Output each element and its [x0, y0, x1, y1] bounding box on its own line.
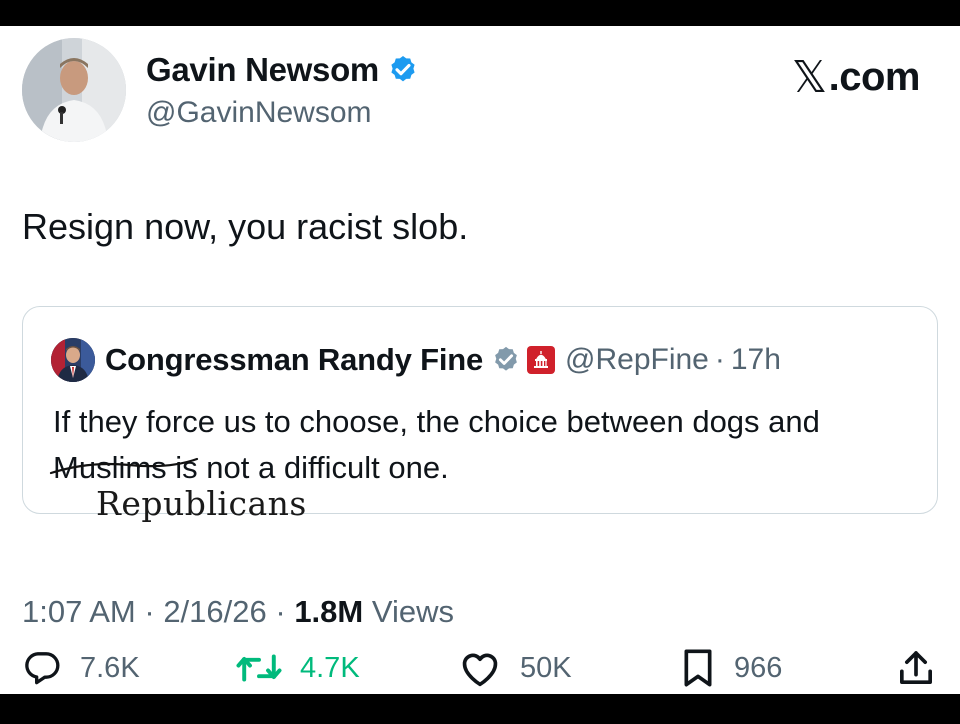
quoted-text-after: is not a difficult one.	[166, 450, 449, 485]
quoted-tweet[interactable]: Congressman Randy Fine @RepFine · 17h If…	[22, 306, 938, 514]
separator-dot: ·	[714, 343, 725, 376]
tweet-meta: 1:07 AM · 2/16/26 · 1.8M Views	[22, 594, 454, 630]
quoted-timestamp[interactable]: 17h	[731, 343, 781, 377]
bookmark-count: 966	[734, 651, 783, 684]
brand-domain-text: .com	[828, 55, 921, 99]
repost-icon	[236, 654, 282, 682]
verified-badge-icon	[391, 56, 415, 82]
quoted-text-before: If they force us to choose, the choice b…	[53, 404, 820, 439]
bookmark-button[interactable]: 966	[680, 648, 782, 688]
reply-button[interactable]: 7.6K	[22, 648, 140, 688]
meta-separator: ·	[266, 594, 295, 629]
quoted-author-name[interactable]: Congressman Randy Fine	[105, 342, 483, 378]
reply-count: 7.6K	[80, 651, 140, 684]
tweet-text: Resign now, you racist slob.	[22, 206, 469, 247]
repost-button[interactable]: 4.7K	[236, 648, 360, 688]
verified-badge-icon	[495, 346, 517, 371]
handwritten-strikethrough	[49, 457, 199, 475]
brand-watermark: 𝕏 .com	[791, 52, 921, 103]
views-label: Views	[363, 594, 454, 629]
quoted-tweet-text: If they force us to choose, the choice b…	[49, 399, 913, 491]
avatar-photo	[22, 38, 126, 142]
tweet-card: Gavin Newsom @GavinNewsom 𝕏 .com Resign …	[0, 26, 960, 694]
tweet-date[interactable]: 2/16/26	[163, 594, 266, 629]
share-button[interactable]	[896, 648, 954, 688]
like-icon	[462, 653, 498, 687]
tweet-time[interactable]: 1:07 AM	[22, 594, 136, 629]
like-button[interactable]: 50K	[458, 648, 572, 688]
like-count: 50K	[520, 651, 572, 684]
share-icon	[900, 651, 932, 684]
quoted-author-handle[interactable]: @RepFine	[565, 343, 709, 377]
views-count: 1.8M	[294, 594, 364, 629]
government-badge-icon	[527, 346, 556, 374]
bookmark-icon	[684, 649, 712, 687]
quoted-tweet-header: Congressman Randy Fine @RepFine · 17h	[51, 337, 781, 383]
author-avatar[interactable]	[22, 38, 126, 142]
repost-count: 4.7K	[300, 651, 360, 684]
author-handle[interactable]: @GavinNewsom	[146, 96, 372, 130]
author-display-name[interactable]: Gavin Newsom	[146, 51, 379, 89]
quoted-author-avatar[interactable]	[51, 338, 95, 382]
handwritten-annotation: Republicans	[96, 484, 307, 523]
author-name-row: Gavin Newsom	[146, 50, 419, 90]
x-logo-icon: 𝕏	[791, 52, 827, 103]
reply-icon	[25, 652, 60, 685]
quoted-avatar-photo	[51, 338, 95, 382]
meta-separator: ·	[135, 594, 164, 629]
action-bar: 7.6K 4.7K 50K 966	[0, 648, 960, 692]
